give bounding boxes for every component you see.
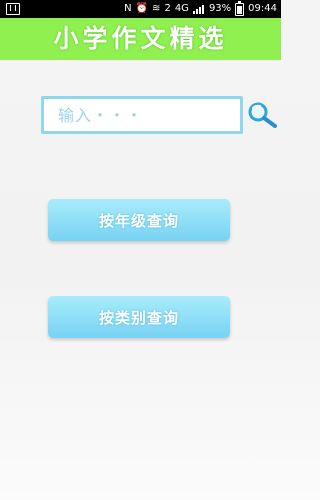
search-icon[interactable] — [244, 101, 280, 131]
query-by-grade-button[interactable]: 按年级查询 — [48, 199, 230, 241]
battery-icon — [235, 0, 245, 16]
gallery-icon — [6, 3, 20, 15]
nfc-icon: N — [124, 3, 132, 14]
query-by-type-button[interactable]: 按类别查询 — [48, 296, 230, 338]
search-box[interactable] — [41, 96, 243, 134]
status-time: 09:44 — [248, 3, 277, 14]
network-type: 4G — [174, 3, 189, 14]
alarm-icon: ⏰ — [135, 3, 149, 14]
page-title: 小学作文精选 — [53, 24, 228, 53]
status-bar: N ⏰ ≋ 2 4G 93% 09:44 — [0, 0, 281, 18]
status-icons: N ⏰ ≋ 2 4G 93% 09:44 — [124, 0, 277, 18]
signal-icon — [192, 4, 205, 14]
search-input[interactable] — [44, 99, 240, 131]
wifi-icon: ≋ — [152, 3, 161, 14]
sim-indicator: 2 — [164, 3, 171, 14]
title-bar: 小学作文精选 — [0, 18, 281, 60]
battery-percent: 93% — [208, 3, 232, 14]
